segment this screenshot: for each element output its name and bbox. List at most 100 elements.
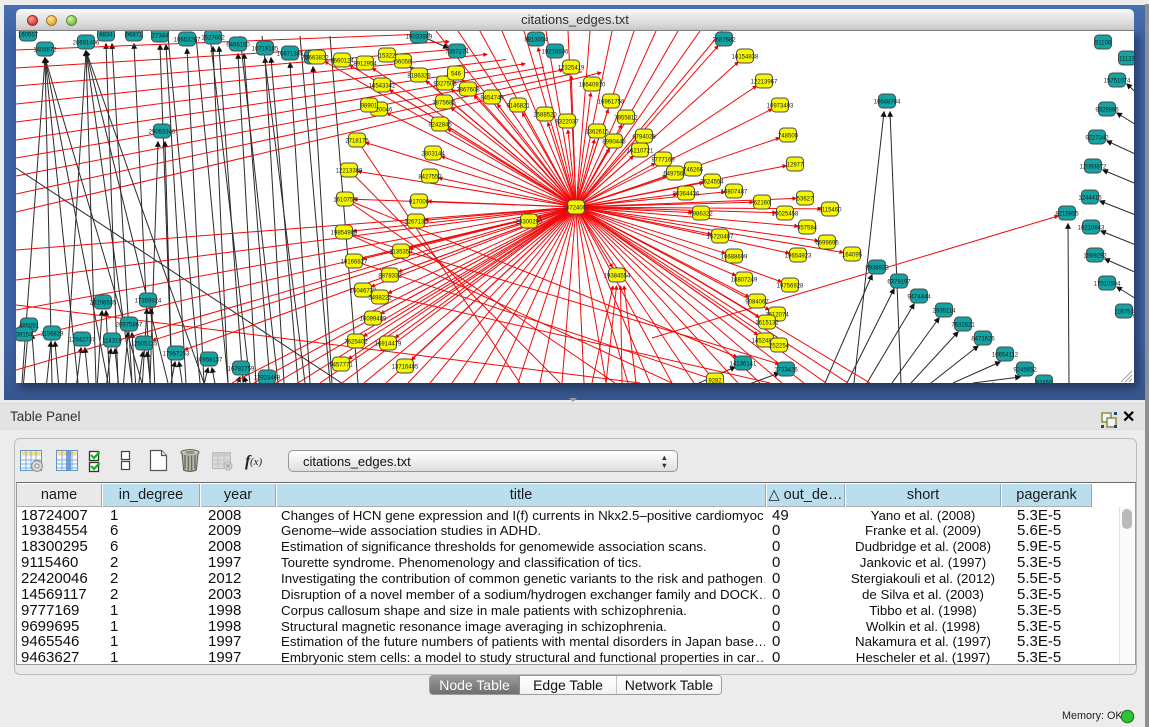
svg-text:10973493: 10973493 [767,103,794,109]
svg-text:9457771: 9457771 [329,362,353,368]
svg-text:3267130: 3267130 [404,219,428,225]
svg-text:746266: 746266 [683,167,704,173]
svg-text:1156829: 1156829 [41,331,65,337]
svg-text:39154: 39154 [16,332,33,338]
svg-text:10025458: 10025458 [772,211,799,217]
svg-text:19166827: 19166827 [341,259,368,265]
svg-text:18640910: 18640910 [579,82,606,88]
svg-text:9242845: 9242845 [428,122,452,128]
svg-text:19654923: 19654923 [785,253,812,259]
svg-text:114319: 114319 [102,338,122,344]
svg-text:16154838: 16154838 [732,54,759,60]
svg-text:12093872: 12093872 [1080,164,1107,170]
svg-text:10654112: 10654112 [992,352,1019,358]
svg-text:9282: 9282 [708,378,722,383]
svg-text:2718176: 2718176 [345,138,369,144]
svg-text:23300293: 23300293 [516,219,543,225]
svg-text:8471626: 8471626 [971,336,995,342]
svg-text:(x): (x) [250,456,263,468]
svg-text:252254: 252254 [769,343,790,349]
svg-text:19218506: 19218506 [542,49,569,55]
svg-text:8186328: 8186328 [407,73,431,79]
svg-text:20691406: 20691406 [73,40,100,46]
svg-text:13716485: 13716485 [392,364,419,370]
svg-text:56058: 56058 [395,59,412,65]
svg-text:1527602: 1527602 [201,35,225,41]
svg-text:8215955: 8215955 [1055,211,1079,217]
svg-text:12213967: 12213967 [751,79,778,85]
svg-text:11123: 11123 [1119,56,1134,62]
svg-text:18724007: 18724007 [563,205,590,211]
svg-text:17010504: 17010504 [1094,281,1121,287]
svg-text:546: 546 [451,71,462,77]
svg-text:10648784: 10648784 [874,99,901,105]
svg-text:8912954: 8912954 [353,61,377,67]
svg-text:62160: 62160 [754,200,771,206]
svg-text:164095: 164095 [842,252,863,258]
svg-text:8813054: 8813054 [524,37,548,43]
svg-text:92450: 92450 [1036,380,1053,383]
svg-text:116753: 116753 [1114,309,1134,315]
svg-text:9474444: 9474444 [907,294,931,300]
svg-text:7986322: 7986322 [689,211,713,217]
svg-text:17957253: 17957253 [163,351,190,357]
svg-text:2687682: 2687682 [712,37,736,43]
svg-text:53627: 53627 [797,196,814,202]
svg-text:10807487: 10807487 [721,189,748,195]
svg-text:8660124: 8660124 [330,58,354,64]
svg-text:9329966: 9329966 [1095,107,1119,113]
svg-text:1569292: 1569292 [1083,253,1107,259]
svg-text:16033809: 16033809 [406,34,433,40]
svg-text:8990448: 8990448 [602,139,626,145]
svg-text:2867608: 2867608 [456,87,480,93]
svg-text:1135359: 1135359 [390,249,414,255]
svg-text:6794028: 6794028 [632,134,656,140]
svg-text:817006: 817006 [409,199,430,205]
svg-text:10719185: 10719185 [252,46,279,52]
svg-text:9115460: 9115460 [819,207,843,213]
svg-text:16782759: 16782759 [228,366,255,372]
svg-text:8834: 8834 [99,32,113,38]
svg-text:16210643: 16210643 [1078,225,1105,231]
svg-text:98901: 98901 [361,103,378,109]
svg-text:748500: 748500 [778,133,799,139]
svg-text:6379197: 6379197 [887,279,911,285]
svg-text:3875685: 3875685 [432,100,456,106]
svg-text:16543342: 16543342 [369,83,396,89]
svg-text:20364436: 20364436 [673,191,700,197]
svg-text:6466160: 6466160 [226,42,250,48]
svg-text:20206535: 20206535 [90,300,117,306]
svg-text:9227342: 9227342 [1085,135,1109,141]
svg-text:27344: 27344 [152,33,169,39]
svg-text:12942737: 12942737 [69,337,96,343]
svg-text:160557: 160557 [18,32,39,38]
svg-text:1405572: 1405572 [33,47,57,53]
svg-text:20975867: 20975867 [116,322,143,328]
svg-text:12325419: 12325419 [558,65,585,71]
svg-text:8878332: 8878332 [378,273,402,279]
svg-text:19756928: 19756928 [777,283,804,289]
svg-text:18807249: 18807249 [731,277,758,283]
svg-text:12505135: 12505135 [131,341,158,347]
svg-text:7357274: 7357274 [445,49,469,55]
svg-text:16914479: 16914479 [375,341,402,347]
svg-text:8427552: 8427552 [418,174,442,180]
svg-text:12213389: 12213389 [336,168,363,174]
svg-text:9146821: 9146821 [506,103,530,109]
svg-text:16099489: 16099489 [360,316,387,322]
svg-text:10958137: 10958137 [196,357,223,363]
svg-text:2803144: 2803144 [421,151,445,157]
svg-text:7955812: 7955812 [614,115,638,121]
svg-text:17359924: 17359924 [135,298,162,304]
svg-text:10653267: 10653267 [174,37,201,43]
svg-text:12923468: 12923468 [254,375,281,381]
svg-text:19854908: 19854908 [331,230,358,236]
svg-text:12977: 12977 [787,162,804,168]
svg-text:16671385: 16671385 [277,51,304,57]
svg-text:1244415: 1244415 [1078,195,1102,201]
svg-text:1615132: 1615132 [755,320,779,326]
svg-text:1610755: 1610755 [333,197,357,203]
svg-text:51108: 51108 [1095,40,1112,46]
svg-text:7625402: 7625402 [344,339,368,345]
svg-text:6699695: 6699695 [815,240,839,246]
